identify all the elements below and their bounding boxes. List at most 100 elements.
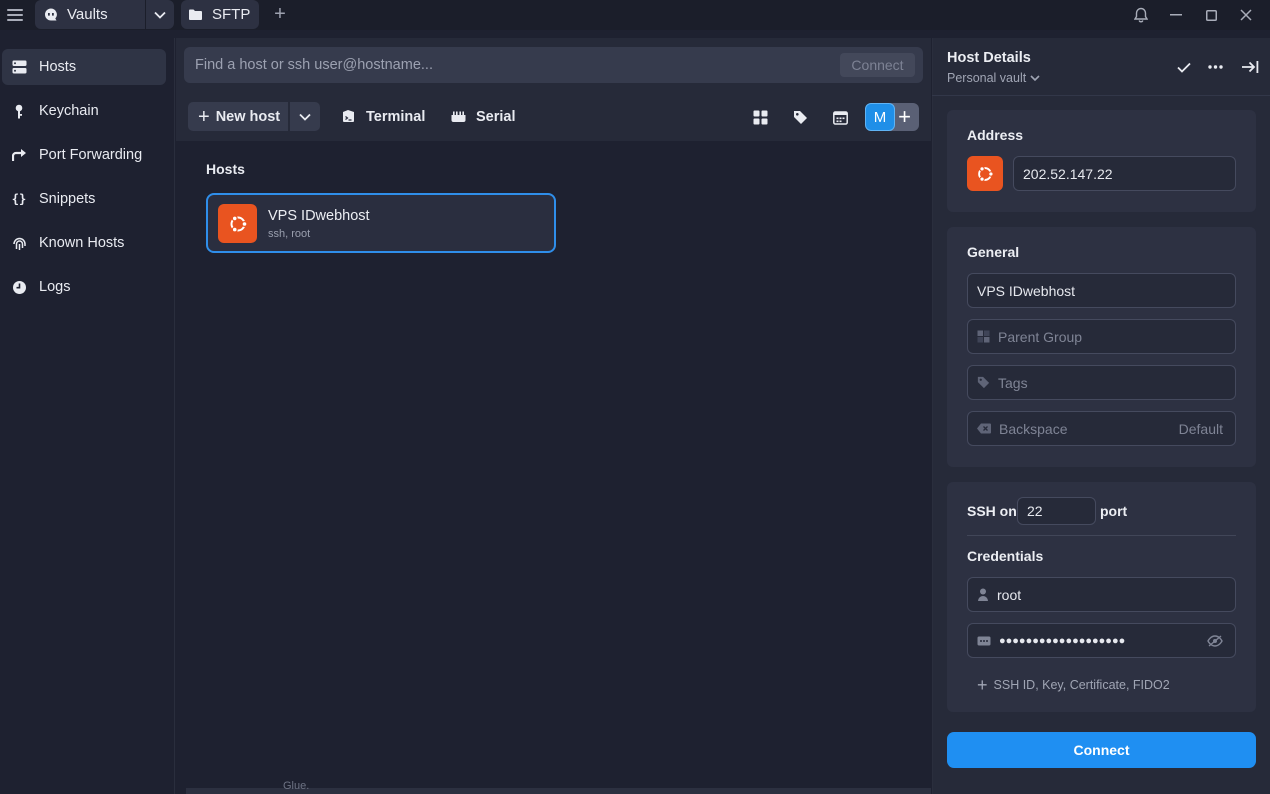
backspace-value: Default [1178,420,1223,437]
host-label-input[interactable]: VPS IDwebhost [967,273,1236,308]
port-input[interactable]: 22 [1017,497,1096,525]
bottom-hint-text: Glue. [283,780,310,792]
collapse-panel-icon[interactable] [1240,58,1260,76]
sidebar-item-label: Keychain [39,103,99,119]
username-value: root [997,586,1022,603]
bell-icon[interactable] [1131,5,1151,25]
avatar-initial: M [873,108,887,126]
backspace-label: Backspace [999,420,1068,437]
terminal-icon [341,109,356,124]
address-input[interactable]: 202.52.147.22 [1013,156,1236,191]
sidebar-item-label: Port Forwarding [39,147,143,163]
backspace-select[interactable]: Backspace Default [967,411,1236,446]
address-label: Address [967,127,1024,143]
sidebar-item-snippets[interactable]: {} Snippets [2,181,166,217]
parent-group-placeholder: Parent Group [998,328,1083,345]
new-host-dropdown-button[interactable] [290,102,320,131]
ssh-on-label: SSH on [967,503,1017,519]
parent-group-input[interactable]: Parent Group [967,319,1236,354]
username-input[interactable]: root [967,577,1236,612]
host-card[interactable]: VPS IDwebhost ssh, root [206,193,556,253]
sidebar-item-port-forwarding[interactable]: Port Forwarding [2,137,166,173]
user-icon [977,588,989,601]
braces-icon: {} [11,192,27,206]
maximize-icon[interactable] [1201,5,1221,25]
credentials-label: Credentials [967,548,1044,564]
terminal-button[interactable]: Terminal [341,102,425,131]
connect-label: Connect [1073,742,1130,758]
panel-title: Host Details [947,50,1031,66]
connect-button[interactable]: Connect [947,732,1256,768]
plus-icon: + [198,105,210,128]
calendar-icon[interactable] [831,108,849,126]
title-bar: Vaults SFTP + [0,0,1270,30]
tag-icon [977,376,990,389]
group-icon [977,330,990,343]
port-label: port [1100,503,1128,519]
ubuntu-logo-icon [967,156,1003,191]
vaults-dropdown-button[interactable] [146,0,174,29]
search-placeholder: Find a host or ssh user@hostname... [195,57,433,73]
checkmark-icon[interactable] [1174,58,1194,76]
ubuntu-logo-icon [218,204,257,243]
sidebar-item-label: Known Hosts [39,235,125,251]
sidebar-item-label: Snippets [39,191,96,207]
serial-port-icon [451,111,466,123]
password-input[interactable]: ●●●●●●●●●●●●●●●●●●● [967,623,1236,658]
hosts-section-title: Hosts [206,161,245,177]
tab-vaults[interactable]: Vaults [35,0,145,29]
chevron-down-icon [154,11,166,19]
hosts-grid-icon [11,59,27,75]
chevron-down-icon [1030,74,1040,81]
terminal-label: Terminal [366,108,426,125]
tag-icon[interactable] [791,108,809,126]
folder-icon [189,9,202,20]
sidebar-item-label: Logs [39,279,71,295]
key-icon [11,103,27,119]
fingerprint-icon [11,235,27,251]
serial-button[interactable]: Serial [451,102,516,131]
search-connect-label: Connect [851,57,904,73]
sidebar-item-logs[interactable]: Logs [2,269,166,305]
clock-icon [11,279,27,295]
vault-selector[interactable]: Personal vault [947,71,1040,85]
grid-view-icon[interactable] [751,108,769,126]
new-host-label: New host [215,108,281,125]
plus-icon: + [898,104,911,129]
serial-label: Serial [476,108,516,125]
address-value: 202.52.147.22 [1023,165,1113,182]
tags-input[interactable]: Tags [967,365,1236,400]
more-options-icon[interactable] [1205,58,1225,76]
add-credential-link[interactable]: + SSH ID, Key, Certificate, FIDO2 [977,675,1170,695]
tags-placeholder: Tags [998,374,1028,391]
host-label-value: VPS IDwebhost [977,282,1076,299]
minimize-icon[interactable] [1166,5,1186,25]
host-name: VPS IDwebhost [268,208,370,224]
backspace-icon [977,423,991,434]
search-connect-button[interactable]: Connect [840,53,915,77]
password-mask: ●●●●●●●●●●●●●●●●●●● [999,634,1126,647]
hamburger-menu-icon[interactable] [6,6,24,24]
tab-label: Vaults [67,6,108,23]
sidebar-item-label: Hosts [39,59,77,75]
add-credential-label: SSH ID, Key, Certificate, FIDO2 [993,678,1170,692]
sidebar-item-known-hosts[interactable]: Known Hosts [2,225,166,261]
tab-sftp[interactable]: SFTP [181,0,259,29]
plus-icon: + [977,675,988,695]
port-value: 22 [1027,503,1043,519]
vault-icon [43,7,59,23]
sidebar-item-keychain[interactable]: Keychain [2,93,166,129]
tab-label: SFTP [212,6,251,23]
sidebar: Hosts Keychain Port Forwarding {} Snippe… [0,38,175,794]
new-tab-plus-icon[interactable]: + [270,4,290,24]
search-input[interactable]: Find a host or ssh user@hostname... Conn… [184,47,923,83]
password-icon [977,636,991,646]
eye-off-icon[interactable] [1207,634,1223,647]
host-subtitle: ssh, root [268,228,311,240]
new-host-button[interactable]: + New host [188,102,288,131]
chevron-down-icon [299,113,311,121]
avatar[interactable]: M [865,103,895,131]
port-forward-icon [11,147,27,163]
sidebar-item-hosts[interactable]: Hosts [2,49,166,85]
close-icon[interactable] [1236,5,1256,25]
